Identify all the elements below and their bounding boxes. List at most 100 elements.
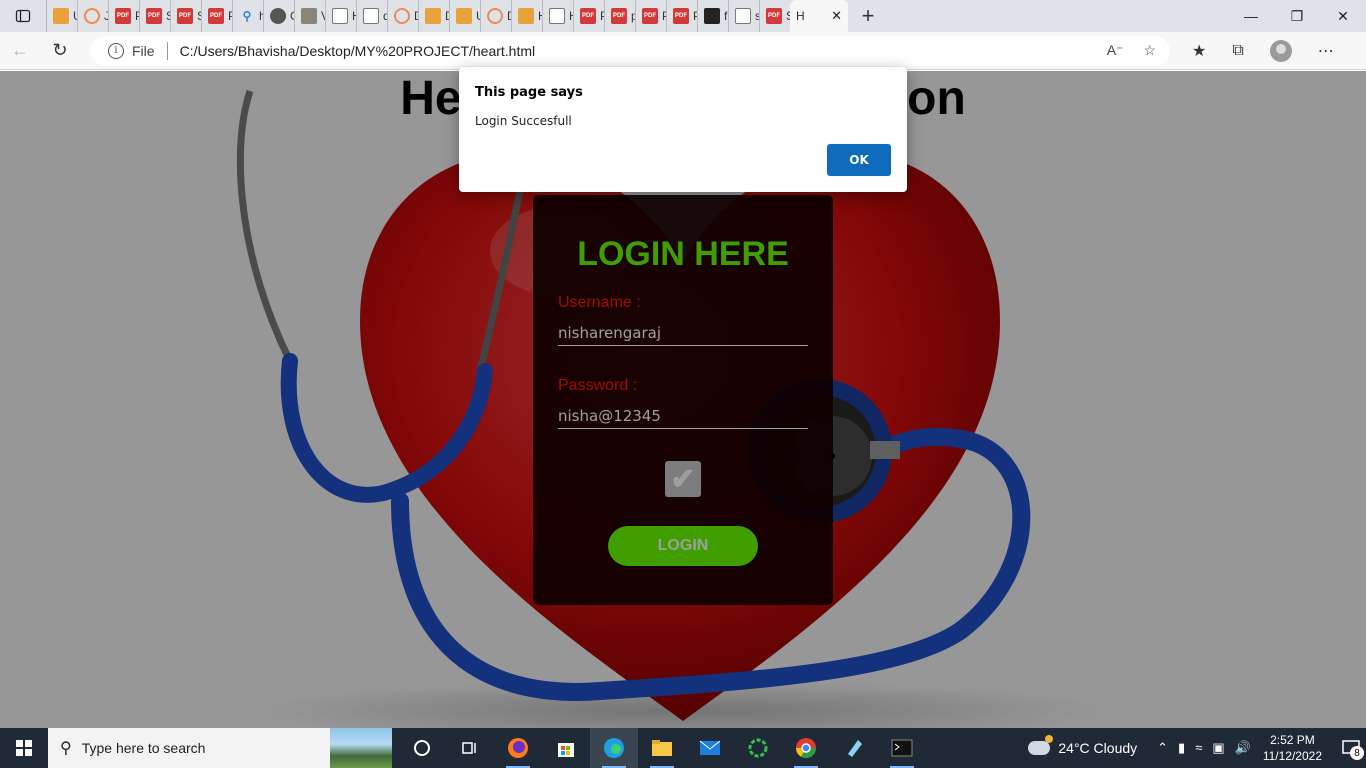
tab-active[interactable]: H ✕ [790,0,848,32]
tab[interactable]: PDFp [604,0,635,32]
taskbar-chrome[interactable] [782,728,830,768]
tab[interactable]: PDFS [170,0,201,32]
task-view-button[interactable] [446,728,494,768]
loading-ring-icon [84,8,100,24]
alert-dialog: This page says Login Succesfull OK [459,67,907,192]
tab[interactable]: H [325,0,356,32]
weather-widget[interactable]: 24°C Cloudy [1028,735,1138,756]
search-placeholder: Type here to search [81,740,206,756]
restore-button[interactable]: ❐ [1274,0,1320,32]
tab[interactable]: fi [697,0,728,32]
pdf-icon: PDF [177,8,193,24]
tab[interactable]: si [728,0,759,32]
loading-ring-icon [748,738,768,758]
add-favorite-icon[interactable]: ☆ [1143,42,1156,59]
tab[interactable]: H [542,0,573,32]
address-actions: A⁻ ☆ [1107,42,1170,59]
profile-avatar[interactable] [1269,39,1292,62]
tab[interactable]: D [387,0,418,32]
start-button[interactable] [0,728,48,768]
new-tab-button[interactable]: + [848,0,888,32]
book-icon [456,8,472,24]
search-icon: ⚲ [60,740,72,757]
back-button[interactable]: ← [0,32,40,70]
tab[interactable]: PDFS [139,0,170,32]
tab[interactable]: U [449,0,480,32]
tab[interactable]: PDFS [759,0,790,32]
book-icon [425,8,441,24]
search-highlight-image [330,728,392,768]
tab[interactable]: D [418,0,449,32]
document-icon [549,8,565,24]
tab-actions-button[interactable] [0,0,46,32]
pdf-icon: PDF [580,8,596,24]
taskbar-apps [398,728,926,768]
tab-list: UJuPDFPPDFSPDFSPDFP⚲hGVHdDDUDHHPDFPPDFpP… [46,0,790,32]
tab[interactable]: PDFP [201,0,232,32]
tab-label: H [796,9,805,23]
close-tab-icon[interactable]: ✕ [831,8,842,24]
collections-icon[interactable]: ⧉ [1232,42,1243,60]
weather-text: 24°C Cloudy [1058,740,1138,756]
ok-button[interactable]: OK [827,144,891,176]
tab[interactable]: ⚲h [232,0,263,32]
address-divider [166,41,168,60]
refresh-button[interactable]: ↻ [40,32,80,70]
info-icon[interactable]: i [108,42,124,59]
favorites-icon[interactable]: ★ [1192,41,1206,61]
windows-icon [16,740,32,756]
address-bar[interactable]: i File C:/Users/Bhavisha/Desktop/MY%20PR… [90,35,1170,66]
document-icon [363,8,379,24]
book-icon [53,8,69,24]
minimize-button[interactable]: — [1228,0,1274,32]
taskbar-edge[interactable] [590,728,638,768]
pdf-icon: PDF [611,8,627,24]
tab[interactable]: U [46,0,77,32]
tab[interactable]: Ju [77,0,108,32]
window-controls: — ❐ ✕ [1228,0,1366,32]
alert-title: This page says [475,85,583,100]
tab[interactable]: G [263,0,294,32]
read-aloud-icon[interactable]: A⁻ [1107,42,1124,59]
tab[interactable]: PDFP [666,0,697,32]
tab[interactable]: D [480,0,511,32]
close-window-button[interactable]: ✕ [1320,0,1366,32]
system-tray: 24°C Cloudy ⌃ ▮ ≈ ▣ 🔊 2:52 PM 11/12/2022… [1028,728,1366,768]
notification-badge: 8 [1350,746,1364,760]
taskbar-terminal[interactable] [878,728,926,768]
taskbar-search[interactable]: ⚲ Type here to search [48,728,392,768]
firefox-icon [508,738,528,758]
taskbar: ⚲ Type here to search 24°C Cloudy ⌃ ▮ ≈ … [0,728,1366,768]
pdf-icon: PDF [642,8,658,24]
address-url[interactable]: C:/Users/Bhavisha/Desktop/MY%20PROJECT/h… [180,43,536,59]
more-options-icon[interactable]: ⋯ [1318,41,1334,61]
tab[interactable]: PDFP [573,0,604,32]
clock[interactable]: 2:52 PM 11/12/2022 [1263,732,1322,764]
volume-icon[interactable]: 🔊 [1235,740,1251,756]
address-scheme: File [132,42,155,59]
tab[interactable]: PDFP [635,0,666,32]
tab[interactable]: V [294,0,325,32]
taskbar-mail[interactable] [686,728,734,768]
taskbar-file-explorer[interactable] [638,728,686,768]
tab[interactable]: H [511,0,542,32]
battery-icon[interactable]: ▮ [1178,740,1185,756]
taskbar-notes[interactable] [830,728,878,768]
taskbar-store[interactable] [542,728,590,768]
tab[interactable]: d [356,0,387,32]
document-icon [735,8,751,24]
taskbar-firefox[interactable] [494,728,542,768]
notes-icon [848,740,862,757]
display-icon[interactable]: ▣ [1212,740,1224,756]
chevron-up-icon[interactable]: ⌃ [1157,740,1168,756]
cortana-button[interactable] [398,728,446,768]
toolbar-icons: ★ ⧉ ⋯ [1192,39,1334,62]
wifi-icon[interactable]: ≈ [1195,740,1202,756]
edge-icon [604,738,624,758]
taskbar-spinner-app[interactable] [734,728,782,768]
notification-button[interactable]: 8 [1336,728,1366,768]
tab[interactable]: PDFP [108,0,139,32]
pdf-icon: PDF [208,8,224,24]
folder-icon [652,740,672,756]
pdf-icon: PDF [146,8,162,24]
